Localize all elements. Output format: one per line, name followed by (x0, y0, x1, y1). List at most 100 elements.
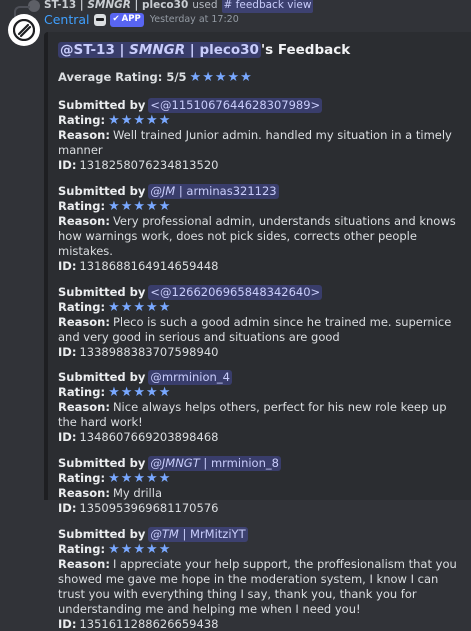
star-icon: ★ (120, 471, 133, 487)
star-icon: ★ (133, 385, 146, 401)
feedback-id-row: ID: 1318258076234813520 (58, 158, 463, 173)
robot-icon (93, 14, 106, 26)
feedback-id: 1351611288626659438 (79, 616, 219, 631)
submitter-mention[interactable]: <@1266206965848342640> (148, 284, 323, 300)
feedback-entry: Submitted by @mrminion_4 Rating: ★ ★ ★ ★ ★ Reaso… (58, 370, 463, 445)
rating-label: Rating: (58, 385, 106, 400)
submitted-by-row: Submitted by @mrminion_4 (58, 370, 463, 386)
star-icon: ★ (158, 113, 171, 129)
reason-row: Reason: Pleco is such a good admin since … (58, 315, 463, 345)
bot-name[interactable]: Central (44, 12, 90, 28)
reason-text: My drilla (112, 486, 162, 501)
reply-verb: used (192, 0, 218, 12)
rating-stars: ★ ★ ★ ★ ★ (108, 301, 170, 314)
star-icon: ★ (120, 199, 133, 215)
submitter-mention[interactable]: @JMNGT | mrminion_8 (148, 456, 281, 472)
star-icon: ★ (108, 113, 120, 129)
submitter-role: @JMNGT (150, 456, 200, 471)
feedback-entry: Submitted by <@1266206965848342640> Rating… (58, 284, 463, 360)
submitter-role: <@1266206965848342640> (150, 284, 321, 299)
timestamp[interactable]: Yesterday at 17:20 (150, 14, 239, 26)
star-icon: ★ (158, 385, 171, 401)
submitted-by-row: Submitted by <@1266206965848342640> (58, 284, 463, 300)
rating-row: Rating: ★ ★ ★ ★ ★ (58, 385, 463, 400)
rating-stars: ★ ★ ★ ★ ★ (108, 200, 170, 213)
average-rating: Average Rating: 5/5 ★ ★ ★ ★ ★ (58, 70, 463, 85)
submitted-by-row: Submitted by @JMNGT | mrminion_8 (58, 456, 463, 472)
reason-text: I appreciate your help support, the prof… (58, 556, 457, 616)
rating-label: Rating: (58, 541, 106, 556)
rating-row: Rating: ★ ★ ★ ★ ★ (58, 300, 463, 315)
star-icon: ★ (189, 69, 202, 85)
embed-title: @ST-13 | SMNGR | pleco30's Feedback (58, 42, 463, 60)
app-badge: ✔ APP (109, 13, 144, 27)
reason-row: Reason: I appreciate your help support, t… (58, 557, 463, 617)
bot-avatar[interactable] (8, 14, 40, 46)
average-rating-label: Average Rating: 5/5 (58, 69, 187, 84)
star-icon: ★ (158, 471, 171, 487)
reason-label: Reason: (58, 214, 110, 229)
submitter-mention[interactable]: @JM | arminas321123 (148, 184, 279, 200)
star-icon: ★ (120, 299, 133, 315)
star-icon: ★ (108, 299, 120, 315)
feedback-id: 1348607669203898468 (79, 430, 219, 445)
rating-row: Rating: ★ ★ ★ ★ ★ (58, 113, 463, 128)
star-icon: ★ (133, 299, 146, 315)
rating-row: Rating: ★ ★ ★ ★ ★ (58, 471, 463, 486)
submitted-by-label: Submitted by (58, 98, 146, 113)
submitter-sep: | (199, 456, 211, 471)
id-label: ID: (58, 500, 77, 515)
checkmark-icon: ✔ (112, 14, 120, 25)
feedback-id: 1318688164914659448 (79, 258, 219, 273)
submitter-role: @TM (150, 526, 179, 541)
feedback-entry: Submitted by @JMNGT | mrminion_8 Rating: ★ ★… (58, 456, 463, 516)
title-mention[interactable]: @ST-13 | SMNGR | pleco30 (58, 42, 261, 58)
rating-row: Rating: ★ ★ ★ ★ ★ (58, 542, 463, 557)
submitter-mention[interactable]: @mrminion_4 (148, 370, 232, 386)
id-label: ID: (58, 258, 77, 273)
reason-text: Nice always helps others, perfect for hi… (58, 400, 447, 430)
feedback-id: 1338988383707598940 (79, 344, 219, 359)
star-icon: ★ (146, 471, 158, 487)
title-suffix: 's Feedback (260, 42, 351, 58)
star-icon: ★ (146, 385, 158, 401)
reason-text: Very professional admin, understands sit… (58, 214, 456, 258)
id-label: ID: (58, 158, 77, 173)
reason-label: Reason: (58, 400, 110, 415)
submitter-mention[interactable]: @TM | MrMitziYT (148, 526, 248, 542)
rating-label: Rating: (58, 113, 106, 128)
star-icon: ★ (133, 199, 146, 215)
feedback-embed: @ST-13 | SMNGR | pleco30's Feedback Aver… (44, 32, 471, 631)
star-icon: ★ (146, 113, 158, 129)
avatar-logo-icon (13, 19, 35, 41)
title-mention-org: SMNGR (129, 42, 186, 58)
feedback-id-row: ID: 1348607669203898468 (58, 430, 463, 445)
reply-command[interactable]: # feedback view (221, 0, 314, 13)
feedback-id-row: ID: 1338988383707598940 (58, 345, 463, 360)
feedback-id-row: ID: 1350953969681170576 (58, 501, 463, 516)
submitter-role: @JM (150, 184, 176, 199)
star-icon: ★ (158, 299, 171, 315)
submitter-mention[interactable]: <@1151067644628307989> (148, 98, 323, 114)
reply-reference[interactable]: ST-13 | SMNGR | pleco30 used # feedback … (14, 0, 314, 18)
submitted-by-label: Submitted by (58, 526, 146, 541)
star-icon: ★ (108, 385, 120, 401)
rating-stars: ★ ★ ★ ★ ★ (108, 472, 170, 485)
submitter-name: arminas321123 (186, 184, 277, 199)
star-icon: ★ (120, 113, 133, 129)
title-mention-name: | pleco30 (185, 42, 259, 58)
submitted-by-label: Submitted by (58, 370, 146, 385)
reply-author-org: SMNGR (87, 0, 131, 12)
id-label: ID: (58, 430, 77, 445)
submitted-by-label: Submitted by (58, 184, 146, 199)
star-icon: ★ (202, 69, 214, 85)
star-icon: ★ (146, 299, 158, 315)
rating-row: Rating: ★ ★ ★ ★ ★ (58, 199, 463, 214)
rating-label: Rating: (58, 299, 106, 314)
feedback-id-row: ID: 1351611288626659438 (58, 617, 463, 631)
star-icon: ★ (133, 471, 146, 487)
submitted-by-row: Submitted by @JM | arminas321123 (58, 184, 463, 200)
feedback-entry: Submitted by @TM | MrMitziYT Rating: ★ ★ ★ ★ ★ R… (58, 526, 463, 631)
star-icon: ★ (146, 199, 158, 215)
star-icon: ★ (158, 199, 171, 215)
